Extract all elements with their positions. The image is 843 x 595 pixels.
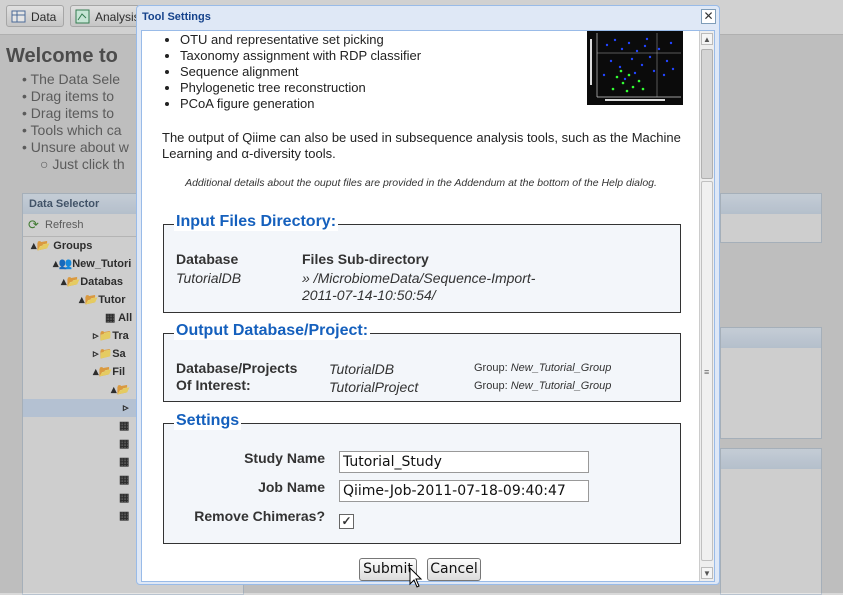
remove-chimeras-checkbox[interactable]: ✓	[339, 514, 354, 529]
close-icon[interactable]: ✕	[701, 9, 716, 24]
database-column-header: Database	[176, 251, 239, 267]
project-group: Group: New_Tutorial_Group	[474, 380, 612, 392]
subdirectory-column-header: Files Sub-directory	[302, 251, 429, 267]
scroll-down-icon[interactable]: ▼	[701, 567, 713, 579]
pcoa-plot-image	[587, 31, 683, 105]
output-database-fieldset: Output Database/Project: Database/Projec…	[163, 322, 681, 402]
input-database-value: TutorialDB	[176, 270, 242, 286]
grip-icon: ≡	[704, 367, 710, 377]
dialog-content: OTU and representative set picking Taxon…	[142, 31, 700, 581]
addendum-note: Additional details about the ouput files…	[185, 177, 657, 189]
input-files-fieldset: Input Files Directory: Database Files Su…	[163, 213, 681, 313]
job-name-input[interactable]: Qiime-Job-2011-07-18-09:40:47	[339, 480, 589, 502]
remove-chimeras-label: Remove Chimeras?	[194, 508, 325, 524]
databases-projects-label: Database/Projects Of Interest:	[176, 360, 298, 393]
dialog-body: OTU and representative set picking Taxon…	[141, 30, 715, 582]
list-item: OTU and representative set picking	[180, 32, 421, 48]
subdirectory-value-line1: » /MicrobiomeData/Sequence-Import-	[302, 270, 536, 286]
list-item: Sequence alignment	[180, 64, 421, 80]
output-database-legend: Output Database/Project:	[174, 322, 371, 340]
output-project-value: TutorialProject	[329, 379, 419, 395]
scroll-up-icon[interactable]: ▲	[701, 33, 713, 45]
feature-list: OTU and representative set picking Taxon…	[166, 32, 421, 112]
description-paragraph: The output of Qiime can also be used in …	[162, 130, 681, 161]
database-group: Group: New_Tutorial_Group	[474, 362, 612, 374]
job-name-label: Job Name	[258, 479, 325, 495]
tool-settings-dialog: Tool Settings ✕ OTU and representative s…	[136, 5, 720, 585]
scroll-track-upper[interactable]	[701, 49, 713, 179]
mouse-cursor-icon	[409, 567, 423, 588]
list-item: PCoA figure generation	[180, 96, 421, 112]
study-name-label: Study Name	[244, 450, 325, 466]
list-item: Phylogenetic tree reconstruction	[180, 80, 421, 96]
subdirectory-value-line2: 2011-07-14-10:50:54/	[302, 287, 436, 303]
output-database-value: TutorialDB	[329, 361, 395, 377]
list-item: Taxonomy assignment with RDP classifier	[180, 48, 421, 64]
input-files-legend: Input Files Directory:	[174, 213, 339, 231]
settings-legend: Settings	[174, 412, 242, 430]
settings-fieldset: Settings Study Name Tutorial_Study Job N…	[163, 412, 681, 544]
vertical-scrollbar[interactable]: ▲ ≡ ▼	[699, 31, 714, 581]
dialog-title: Tool Settings	[142, 11, 211, 23]
scrollbar-thumb[interactable]: ≡	[701, 181, 713, 561]
cancel-button[interactable]: Cancel	[427, 558, 481, 581]
study-name-input[interactable]: Tutorial_Study	[339, 451, 589, 473]
